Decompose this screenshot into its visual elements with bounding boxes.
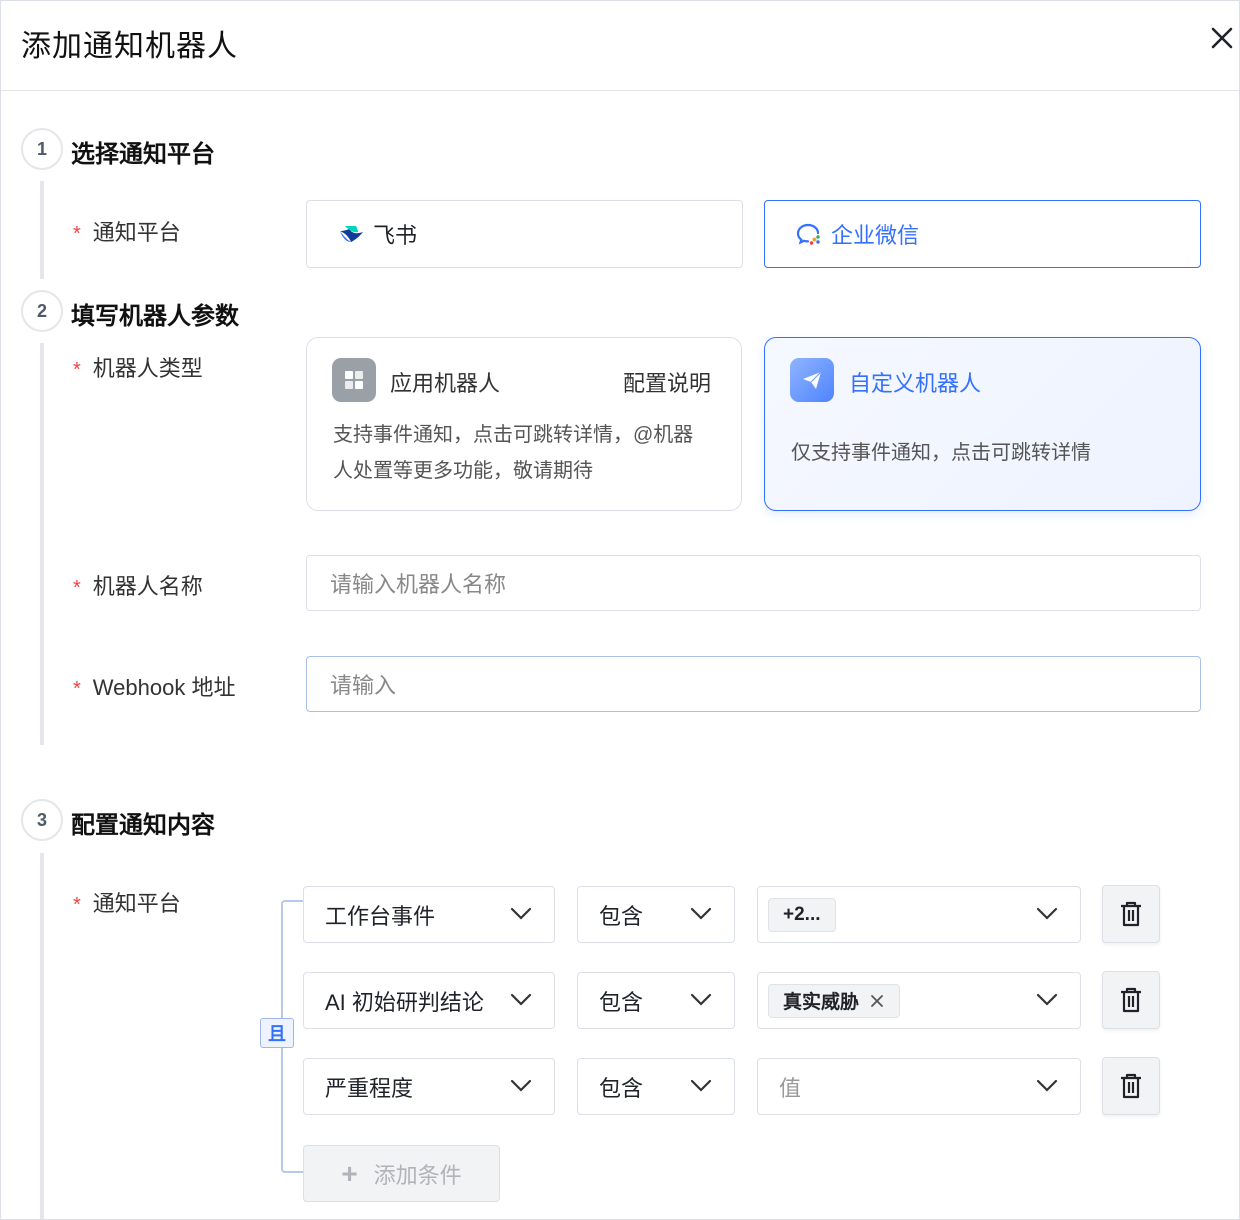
- add-robot-dialog: 添加通知机器人 1 选择通知平台 * 通知平台 飞书 企业微信 2 填写机器人参数: [0, 0, 1240, 1220]
- robot-name-label: * 机器人名称: [73, 569, 203, 601]
- required-mark: *: [73, 223, 81, 245]
- condition-2-value-tag-text: 真实威胁: [783, 992, 860, 1013]
- step-1-connector: [40, 181, 44, 279]
- config-guide-link[interactable]: 配置说明: [623, 366, 711, 398]
- condition-1-value-select[interactable]: +2...: [757, 886, 1081, 943]
- condition-1-field-select[interactable]: 工作台事件: [303, 886, 555, 943]
- condition-2-value-tag: 真实威胁: [768, 983, 901, 1018]
- step-3-number: 3: [21, 799, 63, 841]
- step-2-number: 2: [21, 290, 63, 332]
- robot-type-app-desc: 支持事件通知，点击可跳转详情，@机器人处置等更多功能，敬请期待: [333, 424, 694, 482]
- add-condition-button[interactable]: + 添加条件: [303, 1145, 500, 1202]
- condition-2-delete-button[interactable]: [1102, 971, 1160, 1029]
- required-mark: *: [73, 359, 81, 381]
- condition-2-operator-value: 包含: [599, 989, 644, 1015]
- webhook-label: * Webhook 地址: [73, 670, 235, 702]
- add-condition-label: 添加条件: [373, 1162, 462, 1188]
- condition-3-value-select[interactable]: 值: [757, 1058, 1081, 1115]
- condition-3-field-value: 严重程度: [325, 1075, 414, 1101]
- robot-type-custom-desc: 仅支持事件通知，点击可跳转详情: [791, 442, 1091, 464]
- robot-name-placeholder: 请输入机器人名称: [330, 572, 507, 597]
- chevron-down-icon: [690, 993, 712, 1006]
- robot-type-app-name: 应用机器人: [390, 371, 501, 396]
- chevron-down-icon: [690, 1079, 712, 1092]
- step-3-connector: [40, 853, 44, 1219]
- condition-1-operator-select[interactable]: 包含: [577, 886, 735, 943]
- condition-3-operator-value: 包含: [599, 1075, 644, 1101]
- dialog-title: 添加通知机器人: [21, 30, 238, 63]
- condition-2-field-value: AI 初始研判结论: [325, 989, 484, 1015]
- step-2-title: 填写机器人参数: [71, 303, 239, 330]
- required-mark: *: [73, 894, 81, 916]
- notify-content-label: * 通知平台: [73, 886, 181, 918]
- platform-label-text: 通知平台: [92, 220, 181, 245]
- condition-2-operator-select[interactable]: 包含: [577, 972, 735, 1029]
- trash-icon: [1121, 987, 1141, 1013]
- chevron-down-icon: [1036, 993, 1058, 1006]
- webhook-label-text: Webhook 地址: [92, 675, 236, 700]
- app-grid-icon: [332, 358, 376, 402]
- webhook-placeholder: 请输入: [330, 673, 397, 698]
- wecom-icon: [796, 223, 820, 245]
- logic-and-toggle[interactable]: 且: [260, 1018, 294, 1048]
- webhook-input[interactable]: 请输入: [306, 656, 1201, 712]
- chevron-down-icon: [510, 993, 532, 1006]
- step-1-number: 1: [21, 128, 63, 170]
- chevron-down-icon: [1036, 1079, 1058, 1092]
- trash-icon: [1121, 1073, 1141, 1099]
- platform-option-wecom-label: 企业微信: [831, 223, 920, 248]
- platform-option-feishu[interactable]: 飞书: [306, 200, 743, 268]
- step-1-title: 选择通知平台: [71, 141, 215, 168]
- chevron-down-icon: [690, 907, 712, 920]
- step-3-title: 配置通知内容: [71, 812, 215, 839]
- feishu-icon: [340, 226, 363, 242]
- required-mark: *: [73, 678, 81, 700]
- tag-close-icon[interactable]: [869, 993, 885, 1009]
- trash-icon: [1121, 901, 1141, 927]
- condition-3-value-placeholder: 值: [779, 1075, 802, 1101]
- condition-1-delete-button[interactable]: [1102, 885, 1160, 943]
- condition-3-operator-select[interactable]: 包含: [577, 1058, 735, 1115]
- robot-type-label: * 机器人类型: [73, 351, 203, 383]
- robot-type-label-text: 机器人类型: [92, 356, 203, 381]
- condition-3-delete-button[interactable]: [1102, 1057, 1160, 1115]
- plus-icon: +: [341, 1157, 358, 1189]
- condition-1-field-value: 工作台事件: [325, 903, 436, 929]
- robot-type-card-app[interactable]: 应用机器人 配置说明 支持事件通知，点击可跳转详情，@机器人处置等更多功能，敬请…: [306, 337, 742, 511]
- condition-2-value-select[interactable]: 真实威胁: [757, 972, 1081, 1029]
- robot-type-card-custom[interactable]: 自定义机器人 仅支持事件通知，点击可跳转详情: [764, 337, 1201, 511]
- dialog-header: 添加通知机器人: [1, 1, 1239, 91]
- condition-2-field-select[interactable]: AI 初始研判结论: [303, 972, 555, 1029]
- condition-1-value-more-tag: +2...: [768, 897, 836, 932]
- condition-1-operator-value: 包含: [599, 903, 644, 929]
- robot-type-custom-name: 自定义机器人: [849, 371, 982, 396]
- robot-name-label-text: 机器人名称: [92, 574, 203, 599]
- condition-3-field-select[interactable]: 严重程度: [303, 1058, 555, 1115]
- platform-label: * 通知平台: [73, 215, 181, 247]
- paper-plane-icon: [790, 358, 834, 402]
- chevron-down-icon: [510, 1079, 532, 1092]
- notify-content-label-text: 通知平台: [92, 891, 181, 916]
- chevron-down-icon: [510, 907, 532, 920]
- step-2-connector: [40, 343, 44, 745]
- close-icon[interactable]: [1207, 23, 1237, 53]
- required-mark: *: [73, 577, 81, 599]
- condition-1-value-more-text: +2...: [783, 903, 821, 925]
- platform-option-feishu-label: 飞书: [373, 223, 418, 248]
- robot-name-input[interactable]: 请输入机器人名称: [306, 555, 1201, 611]
- platform-option-wecom[interactable]: 企业微信: [764, 200, 1201, 268]
- chevron-down-icon: [1036, 907, 1058, 920]
